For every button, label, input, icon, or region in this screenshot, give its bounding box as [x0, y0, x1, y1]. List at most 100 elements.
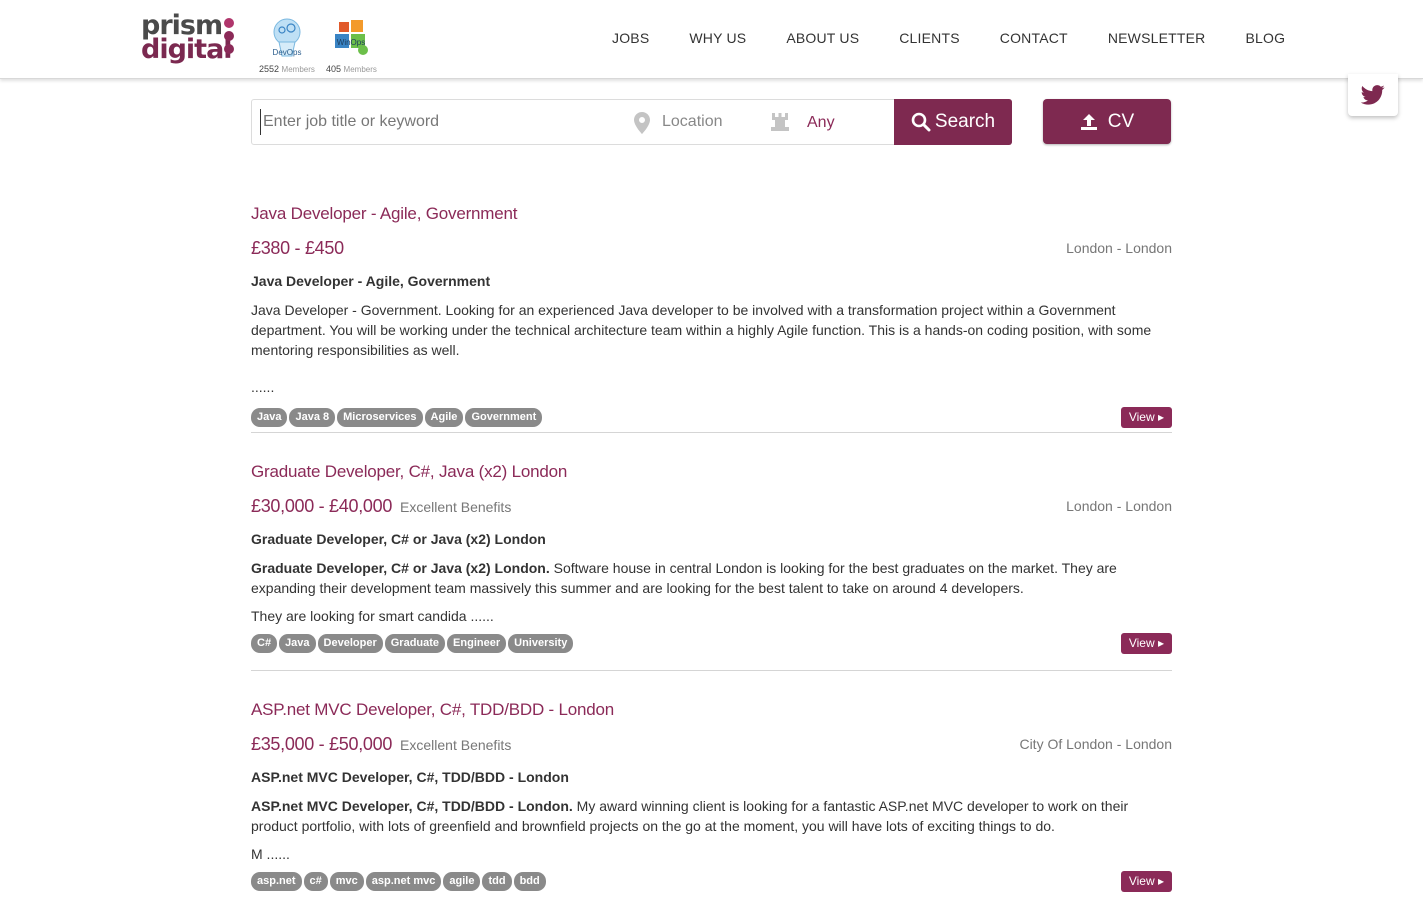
winops-count-unit: Members [343, 65, 377, 74]
job-tag[interactable]: University [508, 634, 574, 653]
site-header: prism digital DevOps 2552 Members WinOps… [0, 0, 1423, 79]
job-tag[interactable]: Developer [317, 634, 383, 653]
job-salary: £35,000 - £50,000 [251, 734, 393, 754]
job-benefits: Excellent Benefits [400, 737, 512, 753]
nav-blog[interactable]: BLOG [1246, 30, 1286, 46]
job-type-icon [771, 113, 789, 131]
salary-row: £380 - £450 London - London [251, 238, 1172, 262]
devops-count: 2552 [259, 64, 280, 74]
twitter-button[interactable] [1348, 74, 1398, 116]
keyword-search-input[interactable] [260, 109, 620, 135]
logo-dots [224, 18, 236, 57]
upload-cv-button[interactable]: CV [1043, 99, 1171, 144]
job-tags: C# Java Developer Graduate Engineer Universit… [251, 633, 1172, 654]
job-description-lead: ASP.net MVC Developer, C#, TDD/BDD - Lon… [251, 798, 573, 814]
job-description-lead: Graduate Developer, C# or Java (x2) Lond… [251, 560, 550, 576]
cv-button-label: CV [1107, 110, 1135, 132]
view-button-label: View [1128, 874, 1155, 888]
caret-right-icon: ▸ [1157, 636, 1164, 650]
job-tag[interactable]: Agile [424, 408, 464, 427]
job-description-body: Java Developer - Government. Looking for… [251, 302, 1152, 358]
caret-right-icon: ▸ [1157, 874, 1164, 888]
job-subtitle: Graduate Developer, C# or Java (x2) Lond… [251, 531, 546, 547]
nav-jobs[interactable]: JOBS [612, 30, 649, 46]
nav-about-us[interactable]: ABOUT US [786, 30, 859, 46]
job-tag[interactable]: Java 8 [289, 408, 336, 427]
job-description: ASP.net MVC Developer, C#, TDD/BDD - Lon… [251, 796, 1172, 836]
job-tag[interactable]: asp.net [251, 872, 302, 891]
winops-badge-label: WinOps [337, 38, 365, 47]
devops-count-unit: Members [281, 65, 315, 74]
job-tag[interactable]: mvc [329, 872, 364, 891]
job-tag[interactable]: Microservices [337, 408, 423, 427]
twitter-icon [1361, 85, 1385, 105]
job-title-link[interactable]: ASP.net MVC Developer, C#, TDD/BDD - Lon… [251, 700, 1172, 720]
job-type-select[interactable]: Any [807, 114, 835, 132]
job-subtitle: ASP.net MVC Developer, C#, TDD/BDD - Lon… [251, 769, 569, 785]
nav-newsletter[interactable]: NEWSLETTER [1108, 30, 1206, 46]
caret-right-icon: ▸ [1157, 410, 1164, 424]
job-tag[interactable]: Government [465, 408, 543, 427]
location-pin-icon [634, 112, 650, 134]
devops-community[interactable]: DevOps 2552 Members [259, 16, 315, 74]
view-job-button[interactable]: View ▸ [1120, 871, 1172, 892]
devops-member-count: 2552 Members [259, 64, 315, 74]
nav-why-us[interactable]: WHY US [689, 30, 746, 46]
job-salary: £380 - £450 [251, 238, 344, 258]
job-description: Graduate Developer, C# or Java (x2) Lond… [251, 558, 1172, 598]
winops-count: 405 [326, 64, 342, 74]
winops-member-count: 405 Members [326, 64, 377, 74]
main-nav: JOBS WHY US ABOUT US CLIENTS CONTACT NEW… [612, 30, 1325, 46]
job-tag[interactable]: bdd [513, 872, 546, 891]
job-divider [251, 432, 1172, 433]
logo-line-2: digital [141, 34, 233, 65]
job-tag[interactable]: Java [279, 634, 316, 653]
job-tag[interactable]: tdd [482, 872, 512, 891]
nav-contact[interactable]: CONTACT [1000, 30, 1068, 46]
logo-wordmark: prism digital [141, 12, 237, 65]
search-button[interactable]: Search [894, 99, 1012, 145]
job-description-more: ...... [251, 379, 275, 395]
job-benefits: Excellent Benefits [400, 499, 512, 515]
salary-row: £35,000 - £50,000 Excellent Benefits City… [251, 734, 1172, 758]
job-title-link[interactable]: Graduate Developer, C#, Java (x2) London [251, 462, 1172, 482]
job-tag[interactable]: c# [303, 872, 328, 891]
salary-row: £30,000 - £40,000 Excellent Benefits Lond… [251, 496, 1172, 520]
job-tag[interactable]: Engineer [447, 634, 507, 653]
devops-badge-label: DevOps [272, 48, 301, 57]
search-button-label: Search [934, 111, 996, 132]
location-input[interactable]: Location [662, 113, 723, 131]
prism-digital-logo[interactable]: prism digital [141, 12, 237, 66]
job-listing: ASP.net MVC Developer, C#, TDD/BDD - Lon… [251, 700, 1172, 892]
job-description: Java Developer - Government. Looking for… [251, 300, 1172, 360]
job-tag[interactable]: Graduate [384, 634, 446, 653]
job-divider [251, 670, 1172, 671]
job-description-more: They are looking for smart candida .....… [251, 608, 494, 624]
job-tags: asp.net c# mvc asp.net mvc agile tdd bdd View … [251, 871, 1172, 892]
job-description-more: M ...... [251, 846, 290, 862]
job-listing: Java Developer - Agile, Government £380 … [251, 204, 1172, 428]
job-tag[interactable]: asp.net mvc [365, 872, 442, 891]
view-job-button[interactable]: View ▸ [1120, 633, 1172, 654]
devops-badge-icon: DevOps [265, 16, 309, 60]
job-location: London - London [1066, 498, 1172, 514]
view-button-label: View [1128, 636, 1155, 650]
job-search-bar: Location Any Search [251, 99, 1012, 145]
job-location: City Of London - London [1019, 736, 1172, 752]
job-tag[interactable]: C# [251, 634, 278, 653]
job-salary: £30,000 - £40,000 [251, 496, 393, 516]
search-icon [911, 112, 931, 132]
job-tag[interactable]: agile [443, 872, 481, 891]
job-tags: Java Java 8 Microservices Agile Government V… [251, 407, 1172, 428]
job-listing: Graduate Developer, C#, Java (x2) London… [251, 462, 1172, 654]
upload-icon [1080, 113, 1097, 130]
job-tag[interactable]: Java [251, 408, 288, 427]
nav-clients[interactable]: CLIENTS [899, 30, 960, 46]
view-button-label: View [1128, 410, 1155, 424]
winops-badge-icon: WinOps [329, 16, 373, 60]
job-subtitle: Java Developer - Agile, Government [251, 273, 491, 289]
job-location: London - London [1066, 240, 1172, 256]
job-title-link[interactable]: Java Developer - Agile, Government [251, 204, 1172, 224]
view-job-button[interactable]: View ▸ [1120, 407, 1172, 428]
winops-community[interactable]: WinOps 405 Members [326, 16, 377, 74]
